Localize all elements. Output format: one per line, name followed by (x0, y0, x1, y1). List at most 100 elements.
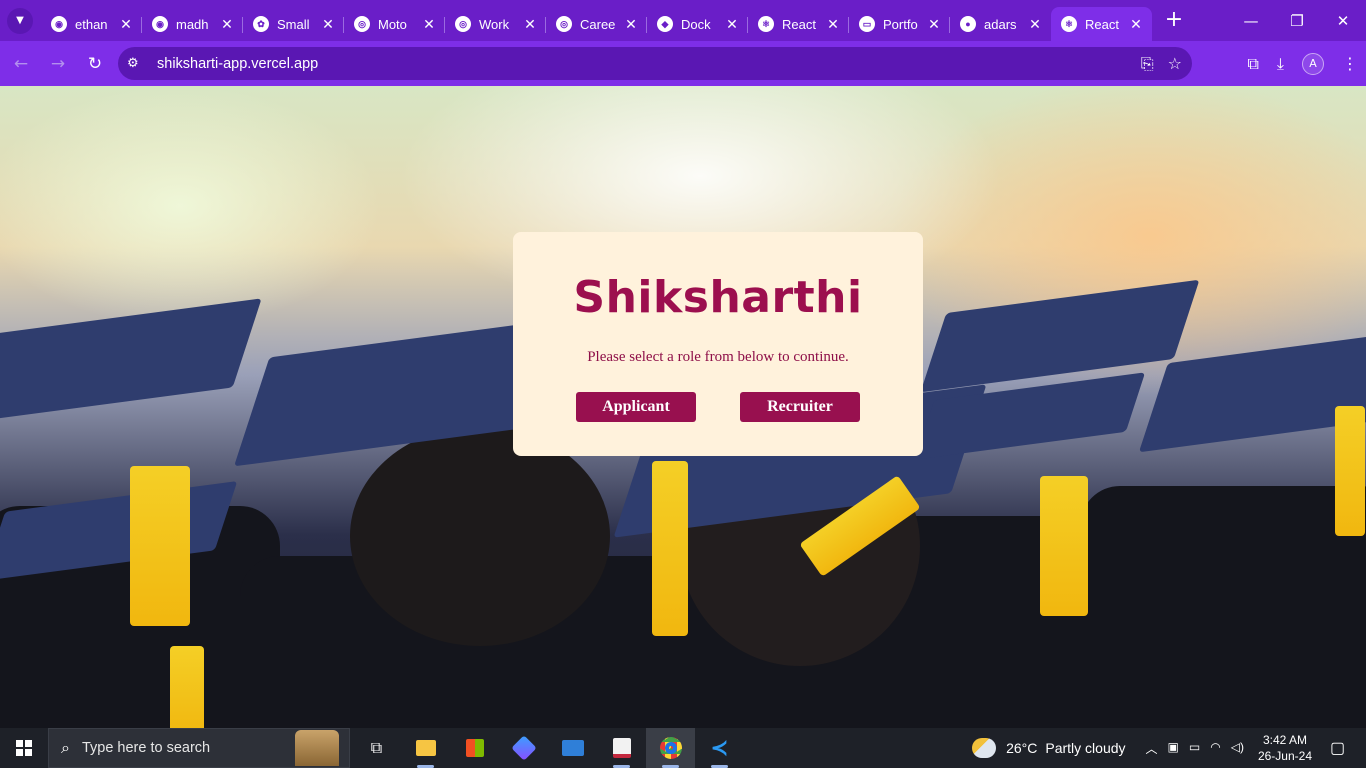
tabs: ◉ ethan ✕ ◉ madh ✕ ✿ Small ✕ ◎ Moto ✕ ◎ Work ✕ ◎ Ca… (41, 0, 1152, 41)
vscode-button[interactable]: ≺ (695, 728, 744, 768)
close-icon[interactable]: ✕ (1027, 16, 1043, 33)
tassel (130, 466, 190, 626)
react-icon: ⚛ (1061, 16, 1077, 32)
close-window-button[interactable]: ✕ (1320, 0, 1366, 41)
tassel (170, 646, 204, 728)
partly-cloudy-icon (972, 738, 997, 758)
notifications-icon[interactable]: ▢ (1330, 738, 1354, 758)
start-button[interactable] (0, 728, 48, 768)
tab-search-button[interactable]: ▼ (7, 7, 33, 34)
taskbar-apps: ⧉ ≺ (352, 728, 744, 768)
chevron-up-icon[interactable]: ︿ (1146, 740, 1158, 757)
mail-button[interactable] (548, 728, 597, 768)
close-icon[interactable]: ✕ (421, 16, 437, 33)
wifi-icon[interactable]: ◠ (1210, 740, 1220, 757)
reload-button[interactable]: ↻ (79, 48, 111, 80)
forward-button[interactable]: → (42, 48, 74, 80)
tab-label: adars (984, 16, 1017, 32)
file-explorer-button[interactable] (401, 728, 450, 768)
github-icon: ● (960, 16, 976, 32)
browser-toolbar: ← → ↻ ⚙ shiksharti-app.vercel.app ⎘ ☆ ⧉ … (0, 41, 1366, 86)
tab-label: Moto (378, 16, 407, 32)
close-icon[interactable]: ✕ (1128, 16, 1144, 33)
back-button[interactable]: ← (5, 48, 37, 80)
tab-react[interactable]: ⚛ React ✕ (748, 7, 849, 41)
crypto-icon: ◉ (152, 16, 168, 32)
tassel (652, 461, 688, 636)
close-icon[interactable]: ✕ (522, 16, 538, 33)
arrow-right-icon: → (50, 53, 66, 74)
tab-adars[interactable]: ● adars ✕ (950, 7, 1051, 41)
weather-desc: Partly cloudy (1045, 740, 1126, 756)
clock[interactable]: 3:42 AM 26-Jun-24 (1258, 732, 1312, 764)
tab-portfo[interactable]: ▭ Portfo ✕ (849, 7, 950, 41)
vscode-icon: ≺ (710, 735, 729, 761)
tab-work[interactable]: ◎ Work ✕ (445, 7, 546, 41)
arrow-left-icon: ← (13, 53, 29, 74)
close-icon: ✕ (1336, 11, 1350, 30)
copilot-button[interactable] (499, 728, 548, 768)
bookmark-star-icon[interactable]: ☆ (1168, 54, 1182, 73)
tab-caree[interactable]: ◎ Caree ✕ (546, 7, 647, 41)
tab-small[interactable]: ✿ Small ✕ (243, 7, 344, 41)
tab-ethan[interactable]: ◉ ethan ✕ (41, 7, 142, 41)
close-icon[interactable]: ✕ (623, 16, 639, 33)
clock-time: 3:42 AM (1262, 733, 1307, 747)
chrome-icon (659, 737, 682, 759)
download-icon[interactable]: ⤓ (1277, 54, 1284, 74)
search-highlight-image (295, 730, 339, 766)
windows-icon (16, 740, 32, 756)
profile-avatar[interactable]: A (1302, 52, 1324, 75)
chrome-button[interactable] (646, 728, 695, 768)
chevron-down-icon: ▼ (16, 15, 24, 26)
tab-react-active[interactable]: ⚛ React ✕ (1051, 7, 1152, 41)
tassel (1335, 406, 1365, 536)
tray-icons: ︿ ▣ ▭ ◠ ◁) (1146, 740, 1244, 757)
reload-icon: ↻ (87, 53, 103, 74)
new-tab-button[interactable]: + (1160, 5, 1188, 33)
graduate-head (350, 426, 610, 646)
minimize-button[interactable]: — (1228, 0, 1274, 41)
clock-date: 26-Jun-24 (1257, 749, 1312, 763)
url-text[interactable]: shiksharti-app.vercel.app (157, 56, 318, 72)
address-bar[interactable]: ⚙ shiksharti-app.vercel.app ⎘ ☆ (118, 47, 1192, 80)
close-icon[interactable]: ✕ (926, 16, 942, 33)
extensions-icon[interactable]: ⧉ (1247, 54, 1258, 74)
crypto-icon: ◉ (51, 16, 67, 32)
weather-temp: 26°C (1006, 740, 1038, 756)
role-prompt: Please select a role from below to conti… (587, 349, 849, 365)
search-icon: ⌕ (61, 738, 70, 757)
tab-madh[interactable]: ◉ madh ✕ (142, 7, 243, 41)
tab-dock[interactable]: ◆ Dock ✕ (647, 7, 748, 41)
close-icon[interactable]: ✕ (320, 16, 336, 33)
site-settings-icon[interactable]: ⚙ (127, 56, 147, 71)
volume-icon[interactable]: ◁) (1231, 740, 1244, 757)
graduation-cap (0, 298, 262, 424)
copilot-icon (510, 735, 537, 761)
applicant-button[interactable]: Applicant (576, 392, 696, 422)
task-view-button[interactable]: ⧉ (352, 728, 401, 768)
close-icon[interactable]: ✕ (219, 16, 235, 33)
install-app-icon[interactable]: ⎘ (1141, 54, 1154, 74)
close-icon[interactable]: ✕ (724, 16, 740, 33)
recruiter-button[interactable]: Recruiter (740, 392, 860, 422)
weather-widget[interactable]: 26°C Partly cloudy (972, 738, 1126, 758)
battery-icon[interactable]: ▭ (1189, 740, 1200, 757)
meet-now-icon[interactable]: ▣ (1168, 740, 1179, 757)
taskbar-search[interactable]: ⌕ Type here to search (48, 728, 350, 768)
tab-label: React (782, 16, 816, 32)
tab-moto[interactable]: ◎ Moto ✕ (344, 7, 445, 41)
tab-label: Portfo (883, 16, 918, 32)
close-icon[interactable]: ✕ (118, 16, 134, 33)
window-controls: — ❐ ✕ (1228, 0, 1366, 41)
monitor-icon: ▭ (859, 16, 875, 32)
mail-icon (561, 740, 584, 756)
restore-button[interactable]: ❐ (1274, 0, 1320, 41)
contacts-button[interactable] (597, 728, 646, 768)
graduation-cap (920, 279, 1200, 393)
store-button[interactable] (450, 728, 499, 768)
close-icon[interactable]: ✕ (825, 16, 841, 33)
store-icon (465, 739, 484, 757)
menu-kebab-icon[interactable]: ⋮ (1342, 54, 1358, 73)
graduate-gown (1080, 486, 1366, 728)
